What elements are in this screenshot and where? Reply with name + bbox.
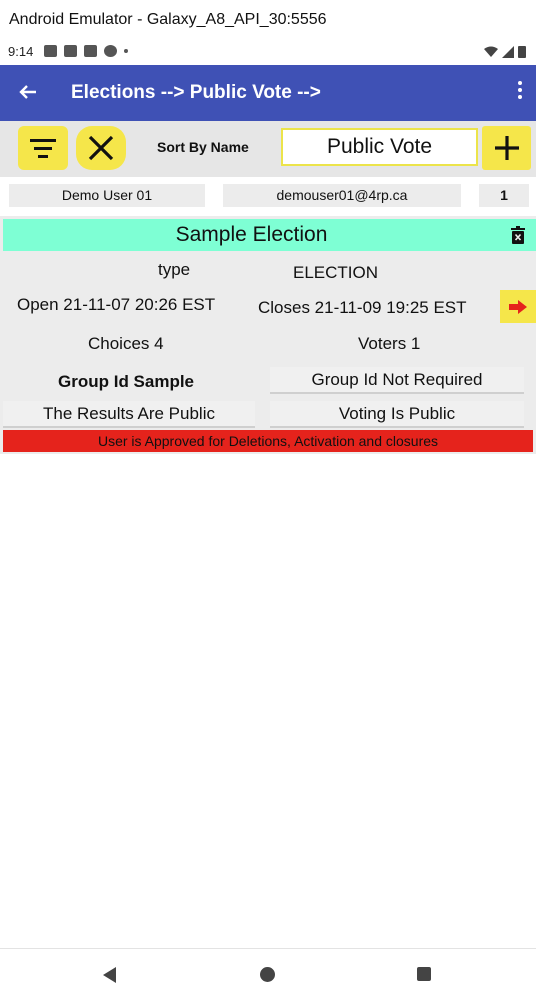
choices-count: Choices 4 [88, 334, 164, 353]
results-public-button[interactable]: The Results Are Public [3, 401, 255, 428]
arrow-back-icon [19, 85, 36, 99]
nav-back-icon[interactable] [103, 967, 116, 983]
window-title: Android Emulator - Galaxy_A8_API_30:5556 [0, 0, 536, 40]
user-email: demouser01@4rp.ca [223, 184, 461, 207]
app-bar: Elections --> Public Vote --> [0, 65, 536, 121]
system-icons [484, 45, 526, 58]
open-election-button[interactable] [500, 290, 536, 323]
trash-icon [511, 226, 525, 244]
system-nav-bar [0, 948, 536, 1000]
type-value: ELECTION [293, 263, 379, 282]
gallery-icon [44, 45, 57, 57]
play-store-icon [104, 45, 117, 57]
add-election-button[interactable] [482, 126, 531, 170]
delete-election-button[interactable] [500, 219, 536, 251]
status-time: 9:14 [8, 44, 34, 59]
user-name: Demo User 01 [9, 184, 205, 207]
notification-icons [44, 45, 128, 57]
filter-button[interactable] [18, 126, 68, 170]
type-label: type [158, 260, 191, 279]
user-info-row: Demo User 01 demouser01@4rp.ca 1 [0, 177, 536, 216]
font-icon [64, 45, 77, 57]
filter-toolbar: Sort By Name Public Vote [0, 121, 536, 177]
wifi-icon [484, 46, 498, 57]
signal-icon [502, 45, 514, 58]
open-date: Open 21-11-07 20:26 EST [17, 295, 216, 314]
back-button[interactable] [14, 77, 42, 107]
battery-icon [518, 46, 526, 58]
arrow-right-icon [509, 299, 527, 314]
approval-status-banner: User is Approved for Deletions, Activati… [3, 430, 533, 452]
election-title: Sample Election [3, 219, 500, 251]
close-icon [88, 135, 114, 161]
clear-filter-button[interactable] [76, 126, 126, 170]
group-id-required-button[interactable]: Group Id Not Required [270, 367, 524, 394]
filter-list-icon [30, 138, 56, 158]
nav-recents-icon[interactable] [417, 967, 431, 981]
status-bar: 9:14 [0, 40, 536, 65]
nav-home-icon[interactable] [260, 967, 275, 982]
voting-public-button[interactable]: Voting Is Public [270, 401, 524, 428]
app-bar-title: Elections --> Public Vote --> [71, 82, 321, 103]
plus-icon [494, 136, 519, 160]
close-date: Closes 21-11-09 19:25 EST [258, 298, 467, 317]
voters-count: Voters 1 [358, 334, 421, 353]
vote-type-field[interactable]: Public Vote [281, 128, 478, 166]
user-count: 1 [479, 184, 529, 207]
election-card[interactable]: Sample Election type ELECTION Open 21-11… [0, 216, 536, 454]
group-id: Group Id Sample [58, 372, 195, 391]
sort-by-name-button[interactable]: Sort By Name [157, 121, 249, 174]
overflow-menu-button[interactable] [516, 81, 524, 105]
more-notifications-icon [124, 49, 128, 53]
more-vert-icon [518, 81, 522, 85]
calendar-icon [84, 45, 97, 57]
